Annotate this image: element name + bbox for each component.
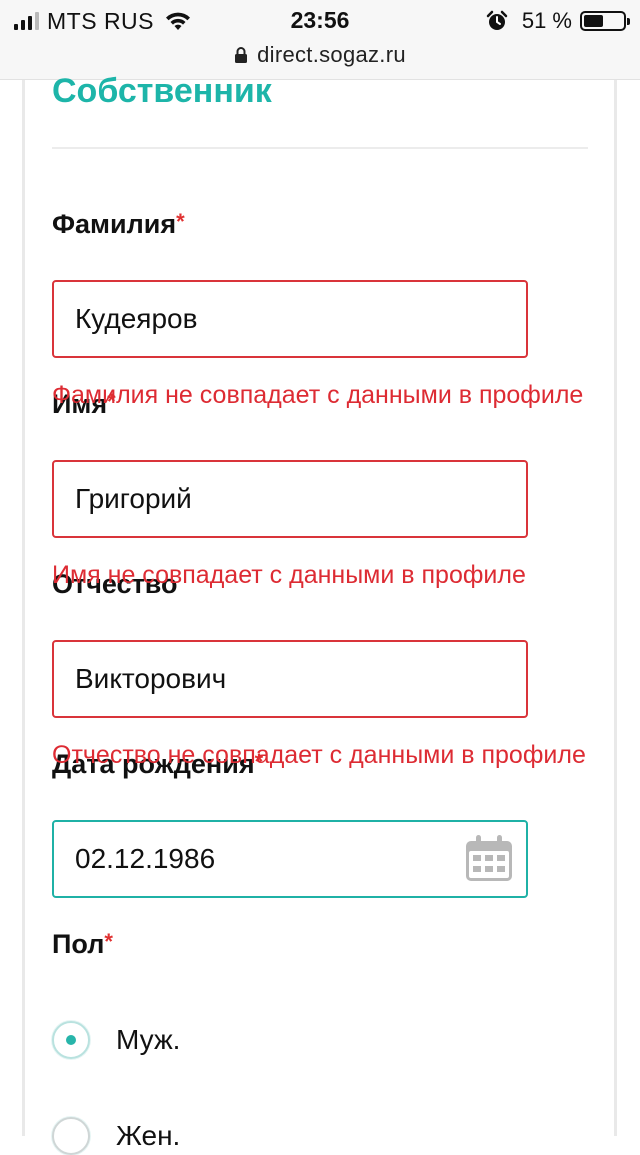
lastname-input[interactable]: Кудеяров bbox=[52, 280, 528, 358]
lock-icon bbox=[235, 47, 248, 63]
battery-level-fill bbox=[584, 15, 604, 27]
gender-option-female[interactable]: Жен. bbox=[52, 1117, 180, 1155]
battery-icon bbox=[580, 11, 630, 31]
required-mark: * bbox=[176, 209, 185, 234]
calendar-icon[interactable] bbox=[465, 834, 513, 882]
battery-percent: 51 % bbox=[521, 8, 572, 33]
patronymic-input[interactable]: Викторович bbox=[52, 640, 528, 718]
patronymic-error: Отчество не совпадает с данными в профил… bbox=[52, 741, 586, 769]
url-text: direct.sogaz.ru bbox=[257, 42, 406, 67]
section-divider bbox=[52, 147, 588, 149]
radio-female[interactable] bbox=[52, 1117, 90, 1155]
radio-male[interactable] bbox=[52, 1021, 90, 1059]
card-border-left bbox=[22, 80, 25, 1136]
lastname-label: Фамилия* bbox=[52, 209, 185, 239]
gender-option-male[interactable]: Муж. bbox=[52, 1021, 180, 1059]
birthdate-input[interactable]: 02.12.1986 bbox=[52, 820, 528, 898]
section-title: Собственник bbox=[52, 72, 272, 110]
gender-option-female-label: Жен. bbox=[116, 1120, 181, 1151]
status-right: 51 % bbox=[486, 8, 630, 34]
address-bar[interactable]: direct.sogaz.ru bbox=[0, 40, 640, 70]
lastname-error: Фамилия не совпадает с данными в профиле bbox=[52, 381, 584, 409]
gender-label: Пол* bbox=[52, 929, 113, 959]
firstname-error: Имя не совпадает с данными в профиле bbox=[52, 561, 526, 589]
status-bar: MTS RUS 23:56 51 % direct.sogaz.ru bbox=[0, 0, 640, 80]
firstname-input[interactable]: Григорий bbox=[52, 460, 528, 538]
gender-option-male-label: Муж. bbox=[116, 1024, 181, 1055]
alarm-icon bbox=[486, 10, 508, 30]
card-border-right bbox=[614, 80, 617, 1136]
required-mark: * bbox=[104, 929, 113, 954]
